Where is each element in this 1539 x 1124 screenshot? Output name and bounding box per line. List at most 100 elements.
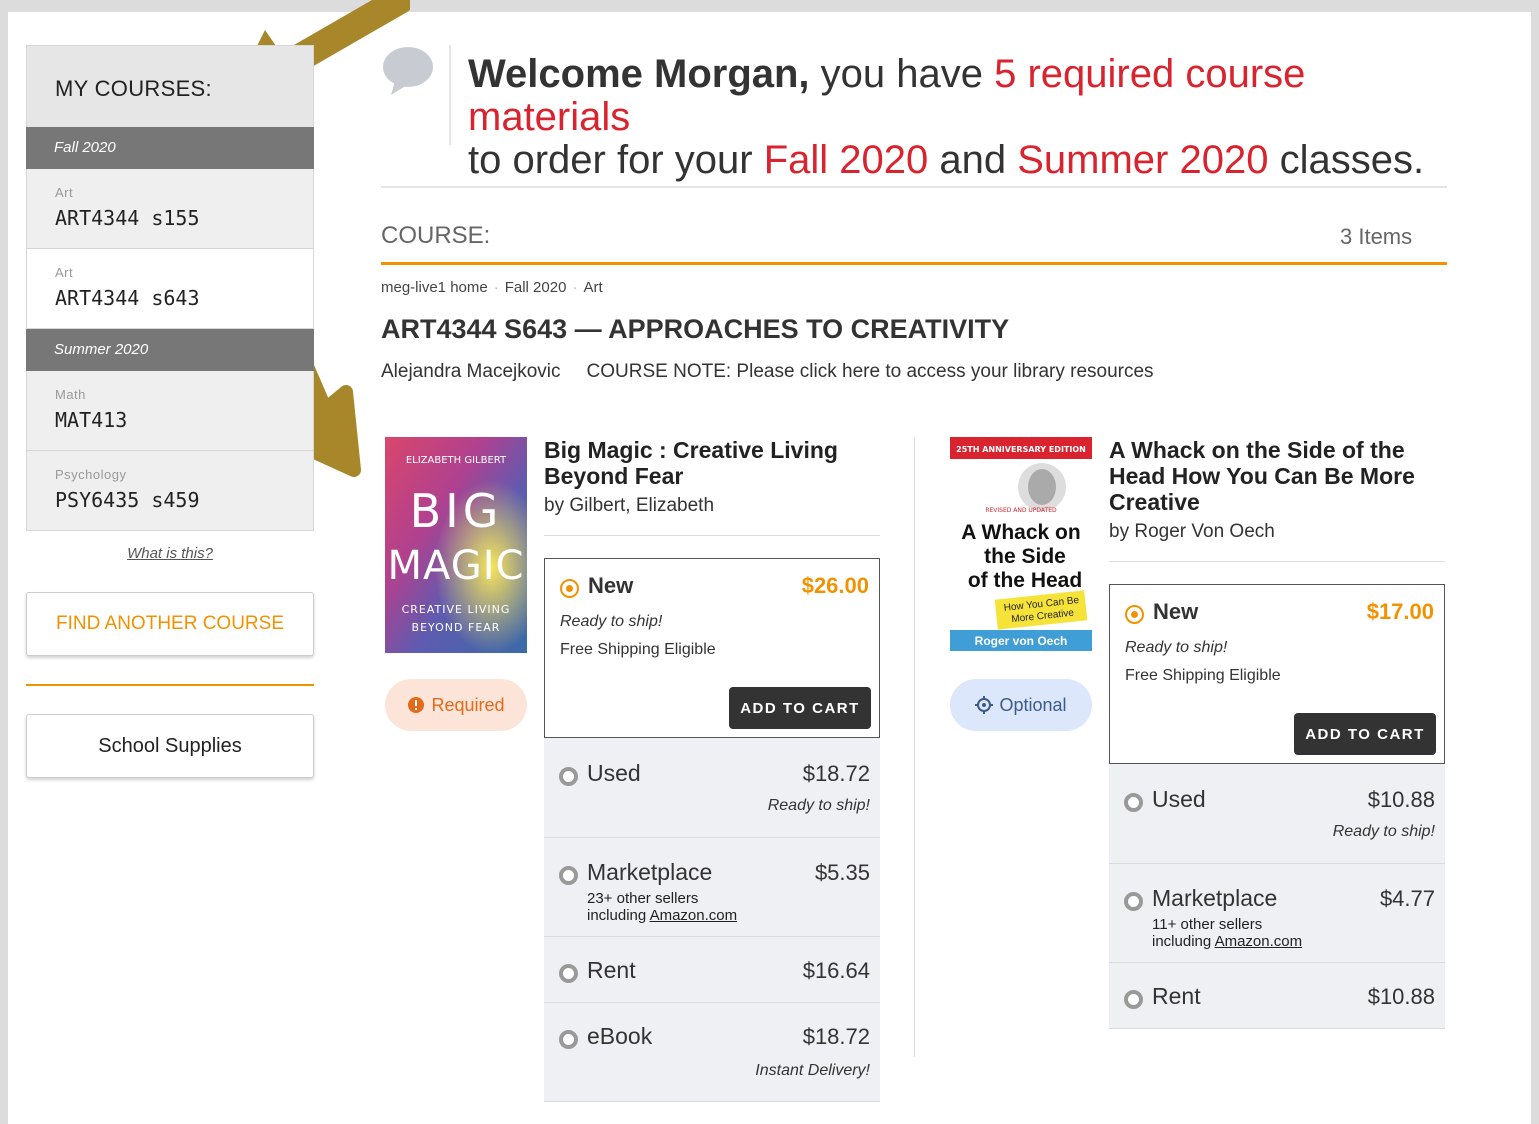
sellers-count: 11+ other sellers [1152, 916, 1263, 933]
course-dept: Art [55, 265, 74, 280]
course-title: ART4344 S643 — APPROACHES TO CREATIVITY [381, 314, 1010, 344]
option-marketplace[interactable]: Marketplace $5.35 23+ other sellers incl… [544, 838, 880, 937]
option-label: Marketplace [1152, 885, 1278, 911]
course-dept: Psychology [55, 467, 127, 482]
cover-banner: 25TH ANNIVERSARY EDITION [956, 445, 1086, 454]
sellers-count: 23+ other sellers [587, 890, 699, 907]
radio-icon[interactable] [1124, 892, 1143, 912]
option-label: Marketplace [587, 859, 713, 885]
speech-bubble-icon [383, 47, 433, 95]
radio-icon[interactable] [559, 964, 578, 984]
option-label: New [1153, 599, 1199, 624]
radio-icon[interactable] [1124, 793, 1143, 813]
amazon-link[interactable]: Amazon.com [1215, 933, 1303, 950]
badge-label: Optional [999, 694, 1067, 715]
option-note: Instant Delivery! [755, 1062, 870, 1079]
course-code: ART4344 s155 [55, 206, 200, 230]
option-note: Ready to ship! [767, 797, 870, 814]
instructor-name: Alejandra Macejkovic [381, 361, 561, 382]
sidebar-course-art4344-s155[interactable]: Art ART4344 s155 [26, 169, 314, 249]
option-price: $5.35 [814, 859, 870, 885]
welcome-divider [449, 45, 451, 145]
welcome-text: classes. [1268, 138, 1425, 182]
radio-icon[interactable] [559, 1030, 578, 1050]
course-code: ART4344 s643 [55, 286, 200, 310]
option-new[interactable]: New $26.00 Ready to ship! Free Shipping … [544, 558, 880, 738]
column-divider [914, 437, 915, 1057]
divider [381, 186, 1447, 188]
option-ebook[interactable]: eBook $18.72 Instant Delivery! [544, 1003, 880, 1102]
welcome-text: you have [809, 52, 995, 96]
option-label: eBook [587, 1023, 653, 1049]
course-divider [381, 262, 1447, 265]
option-price: $18.72 [802, 760, 870, 786]
add-to-cart-button[interactable]: ADD TO CART [1294, 713, 1436, 755]
my-courses-header: MY COURSES: [26, 45, 314, 127]
required-badge: Required [385, 679, 527, 731]
radio-selected-icon[interactable] [560, 579, 579, 599]
option-used[interactable]: Used $18.72 Ready to ship! [544, 738, 880, 838]
radio-icon[interactable] [559, 866, 578, 886]
option-used[interactable]: Used $10.88 Ready to ship! [1109, 764, 1445, 864]
course-dept: Art [55, 185, 74, 200]
breadcrumb-dept[interactable]: Art [583, 279, 602, 296]
amazon-link[interactable]: Amazon.com [650, 907, 738, 924]
course-dept: Math [55, 387, 86, 402]
divider [544, 535, 880, 536]
option-price: $16.64 [802, 957, 870, 983]
badge-label: Required [431, 694, 505, 715]
breadcrumb-term[interactable]: Fall 2020 [505, 279, 567, 296]
ship-status: Ready to ship! [560, 613, 663, 630]
term-header: Summer 2020 [26, 329, 314, 371]
school-supplies-button[interactable]: School Supplies [26, 714, 314, 778]
marketplace-sellers: 23+ other sellers including Amazon.com [587, 890, 870, 924]
option-label: New [588, 573, 634, 598]
book-info: Big Magic : Creative Living Beyond Fear … [544, 437, 880, 1102]
radio-icon[interactable] [559, 767, 578, 787]
cover-title-1: A Whack on [961, 521, 1080, 544]
sidebar-course-mat413[interactable]: Math MAT413 [26, 371, 314, 451]
cover-author: Roger von Oech [975, 634, 1068, 648]
option-label: Used [587, 760, 641, 786]
cover-title-1: BIG [410, 484, 503, 538]
option-label: Rent [1152, 983, 1201, 1009]
cover-title-3: of the Head [968, 569, 1082, 592]
shipping-eligibility: Free Shipping Eligible [1125, 667, 1281, 684]
cover-author: ELIZABETH GILBERT [406, 455, 507, 466]
find-another-course-button[interactable]: FIND ANOTHER COURSE [26, 592, 314, 656]
option-label: Used [1152, 786, 1206, 812]
course-code: PSY6435 s459 [55, 488, 200, 512]
course-code: MAT413 [55, 408, 128, 432]
term-fall: Fall 2020 [763, 138, 929, 182]
radio-icon[interactable] [1124, 990, 1143, 1010]
option-rent[interactable]: Rent $16.64 [544, 937, 880, 1003]
option-price: $10.88 [1367, 983, 1435, 1009]
sellers-including: including [587, 907, 650, 924]
book-info: A Whack on the Side of the Head How You … [1109, 437, 1445, 1029]
divider [1109, 561, 1445, 562]
option-note: Ready to ship! [1332, 823, 1435, 840]
radio-selected-icon[interactable] [1125, 605, 1144, 625]
welcome-text: to order for your [468, 138, 764, 182]
add-to-cart-button[interactable]: ADD TO CART [729, 687, 871, 729]
book-cover-image: ELIZABETH GILBERT BIG MAGIC CREATIVE LIV… [385, 437, 527, 653]
sidebar-course-psy6435-s459[interactable]: Psychology PSY6435 s459 [26, 451, 314, 531]
cover-revised: REVISED AND UPDATED [985, 507, 1057, 514]
option-new[interactable]: New $17.00 Ready to ship! Free Shipping … [1109, 584, 1445, 764]
option-marketplace[interactable]: Marketplace $4.77 11+ other sellers incl… [1109, 864, 1445, 963]
option-rent[interactable]: Rent $10.88 [1109, 963, 1445, 1029]
book-title: Big Magic : Creative Living Beyond Fear [544, 437, 838, 489]
option-price: $4.77 [1379, 885, 1435, 911]
breadcrumb-home[interactable]: meg-live1 home [381, 279, 488, 296]
course-note-link[interactable]: COURSE NOTE: Please click here to access… [587, 361, 1154, 382]
ship-status: Ready to ship! [1125, 639, 1228, 656]
cover-title-2: MAGIC [388, 543, 525, 589]
book-author: by Gilbert, Elizabeth [544, 495, 715, 516]
sellers-including: including [1152, 933, 1215, 950]
course-label: COURSE: [381, 222, 491, 249]
welcome-name: Welcome Morgan, [468, 52, 810, 96]
sidebar-course-art4344-s643[interactable]: Art ART4344 s643 [26, 249, 314, 329]
target-icon [975, 696, 994, 714]
option-price: $17.00 [1366, 599, 1434, 624]
what-is-this-link[interactable]: What is this? [26, 545, 314, 562]
